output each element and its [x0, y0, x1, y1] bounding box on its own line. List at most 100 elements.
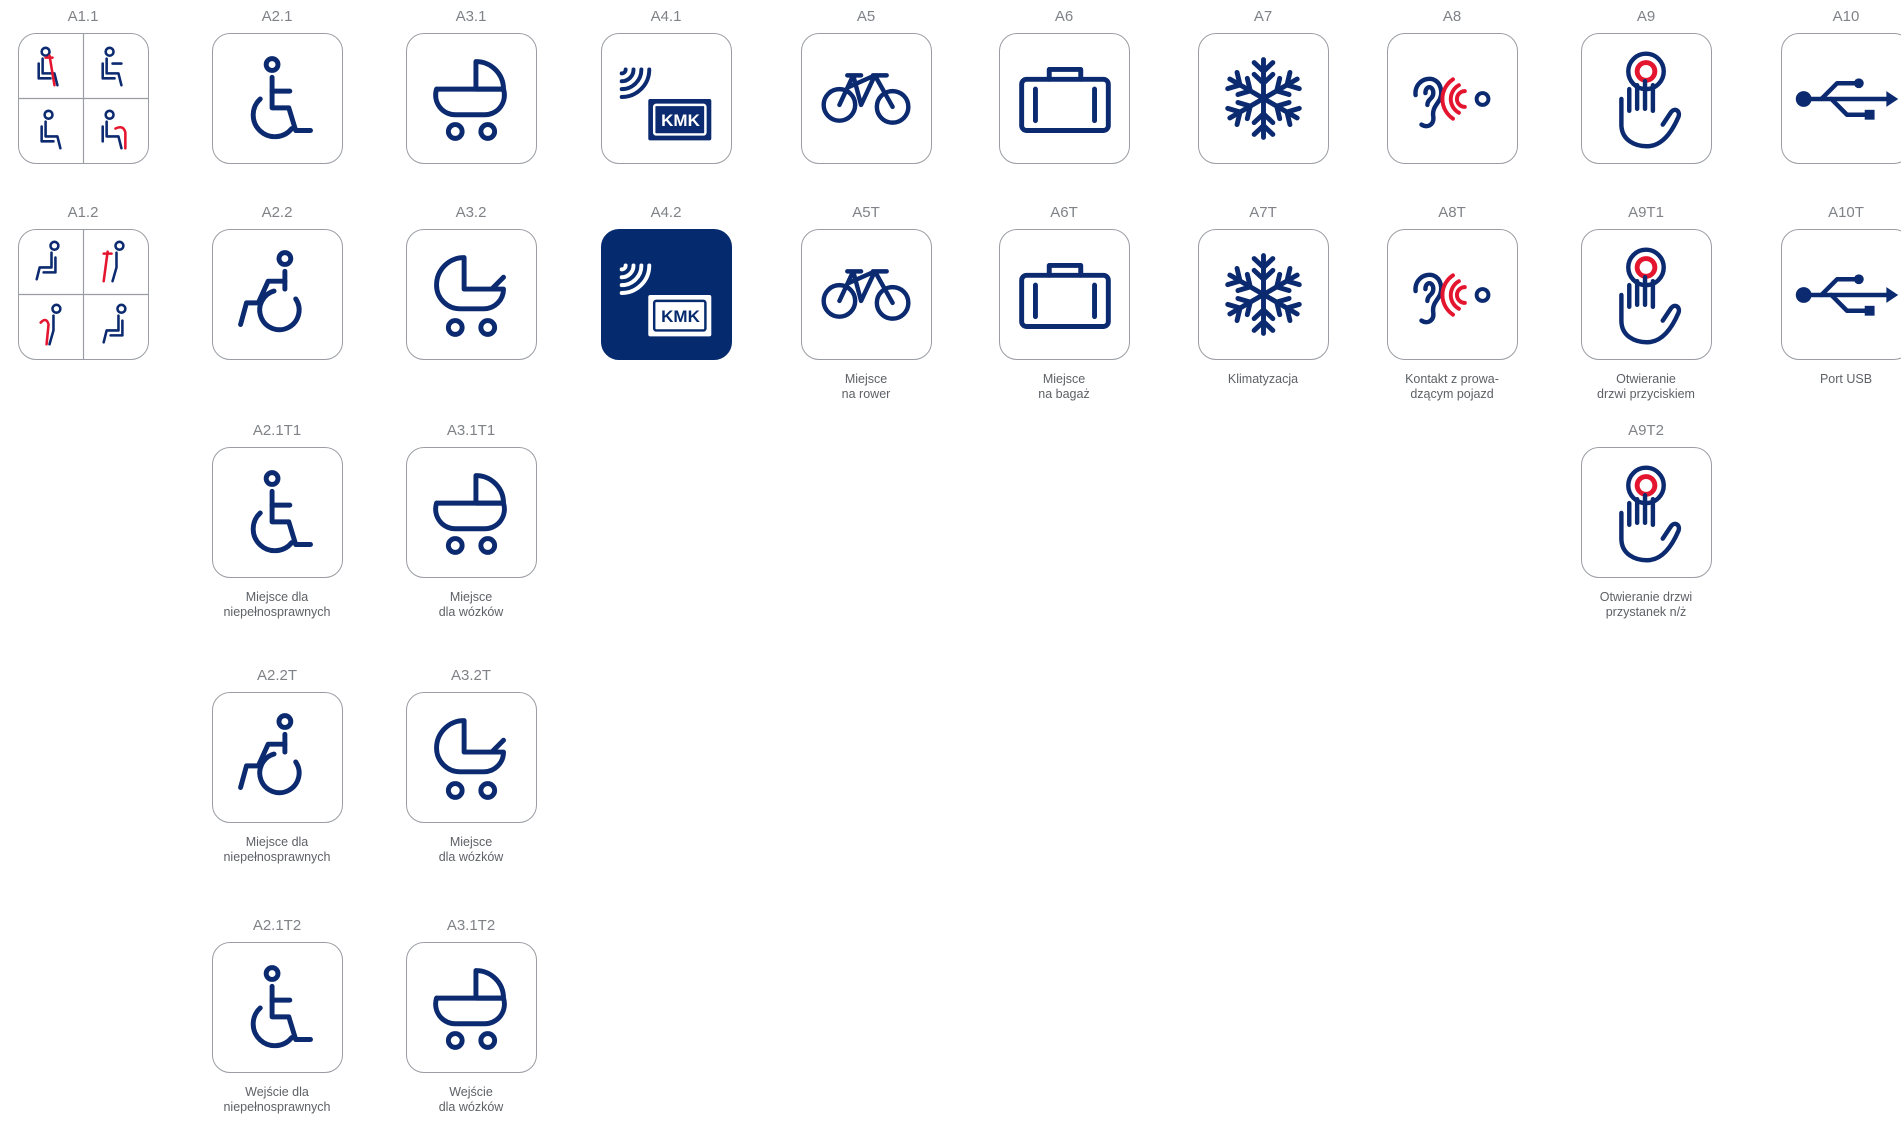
- icon-tile: [1780, 33, 1901, 164]
- icon-tile: [405, 692, 537, 823]
- wheelchair-icon: [250, 965, 313, 1049]
- icon-card-a6t: A6T Miejsce na bagaż: [974, 205, 1154, 402]
- icon-code: A2.2: [261, 204, 293, 221]
- icon-card-a3-1t1: A3.1T1 Miejsce dla wózków: [381, 423, 561, 620]
- icon-tile: [211, 692, 343, 823]
- icon-card-a5: A5: [776, 9, 956, 164]
- icon-tile: [800, 229, 932, 360]
- icon-card-a9t2: A9T2 Otwieranie drzwi przystanek n/ż: [1556, 423, 1736, 620]
- icon-code: A3.2: [455, 204, 487, 221]
- icon-caption: Wejście dla wózków: [438, 1085, 504, 1114]
- icon-card-a3-1t2: A3.1T2 Wejście dla wózków: [381, 918, 561, 1115]
- icon-card-a7: A7: [1173, 9, 1353, 164]
- icon-card-a8: A8: [1362, 9, 1542, 164]
- icon-card-a4-2: A4.2 KMK: [576, 205, 756, 360]
- stroller-icon: [433, 255, 506, 337]
- icon-caption: Miejsce dla niepełnosprawnych: [223, 590, 331, 619]
- seats-quad-icon: [18, 34, 148, 163]
- icon-code: A8T: [1438, 204, 1466, 221]
- usb-icon: [1795, 78, 1898, 120]
- icon-code: A2.1: [261, 8, 293, 25]
- icon-card-a10t: A10T Port USB: [1756, 205, 1901, 387]
- hand-button-icon: [1618, 247, 1681, 345]
- icon-code: A6T: [1050, 204, 1078, 221]
- icon-code: A9T2: [1628, 422, 1664, 439]
- icon-card-a8t: A8T Kontakt z prowa- dzącym pojazd: [1362, 205, 1542, 402]
- stroller-icon: [433, 718, 506, 800]
- icon-code: A7: [1253, 8, 1273, 25]
- card-text: KMK: [661, 111, 700, 130]
- icon-tile: KMK: [600, 229, 732, 360]
- icon-tile: [211, 229, 343, 360]
- icon-tile: [211, 942, 343, 1073]
- icon-code: A5: [856, 8, 876, 25]
- icon-code: A4.1: [650, 8, 682, 25]
- icon-card-a2-1t1: A2.1T1 Miejsce dla niepełnosprawnych: [187, 423, 367, 620]
- icon-caption: Otwieranie drzwi przyciskiem: [1597, 372, 1695, 401]
- icon-code: A2.1T2: [252, 917, 302, 934]
- icon-code: A4.2: [650, 204, 682, 221]
- hand-button-icon: [1618, 465, 1681, 563]
- icon-tile: [1780, 229, 1901, 360]
- card-text: KMK: [661, 307, 700, 326]
- icon-card-a3-2t: A3.2T Miejsce dla wózków: [381, 668, 561, 865]
- icon-card-a4-1: A4.1 KMK: [576, 9, 756, 164]
- icon-tile: [211, 447, 343, 578]
- icon-tile: [1386, 229, 1518, 360]
- bicycle-icon: [820, 73, 911, 125]
- icon-caption: Miejsce na bagaż: [1038, 372, 1090, 401]
- pram-icon: [432, 968, 507, 1050]
- icon-tile: [17, 229, 149, 360]
- wheelchair-active-icon: [237, 713, 302, 796]
- pram-icon: [432, 473, 507, 555]
- snowflake-icon: [1199, 57, 1328, 163]
- icon-caption: Otwieranie drzwi przystanek n/ż: [1599, 590, 1693, 619]
- usb-icon: [1795, 274, 1898, 316]
- icon-card-a3-2: A3.2: [381, 205, 561, 360]
- icon-code: A1.2: [67, 204, 99, 221]
- icon-card-a2-1: A2.1: [187, 9, 367, 164]
- icon-code: A8: [1442, 8, 1462, 25]
- icon-code: A2.2T: [256, 667, 298, 684]
- icon-card-a6: A6: [974, 9, 1154, 164]
- ear-signal-icon: [1412, 272, 1490, 325]
- suitcase-icon: [1018, 262, 1111, 329]
- icon-tile: [1580, 447, 1712, 578]
- icon-tile: [405, 942, 537, 1073]
- icon-caption: Port USB: [1819, 372, 1873, 386]
- icon-tile: KMK: [600, 33, 732, 164]
- icon-code: A10T: [1828, 204, 1864, 221]
- icon-code: A5T: [852, 204, 880, 221]
- kmk-card-reader-icon: [619, 67, 711, 141]
- icon-card-a2-2: A2.2: [187, 205, 367, 360]
- icon-code: A2.1T1: [252, 422, 302, 439]
- icon-caption: Miejsce dla wózków: [438, 590, 504, 619]
- wheelchair-icon: [250, 56, 313, 140]
- icon-tile: [998, 33, 1130, 164]
- icon-tile: [1580, 33, 1712, 164]
- icon-code: A7T: [1249, 204, 1277, 221]
- icon-tile: [1197, 33, 1329, 164]
- icon-card-a5t: A5T Miejsce na rower: [776, 205, 956, 402]
- pram-icon: [432, 59, 507, 141]
- icon-card-a2-1t2: A2.1T2 Wejście dla niepełnosprawnych: [187, 918, 367, 1115]
- icon-tile: [405, 33, 537, 164]
- icon-code: A1.1: [67, 8, 99, 25]
- icon-code: A3.1T2: [446, 917, 496, 934]
- icon-card-a9t1: A9T1 Otwieranie drzwi przyciskiem: [1556, 205, 1736, 402]
- icon-code: A3.2T: [450, 667, 492, 684]
- icon-card-a2-2t: A2.2T Miejsce dla niepełnosprawnych: [187, 668, 367, 865]
- icon-code: A3.1: [455, 8, 487, 25]
- icon-caption: Miejsce dla wózków: [438, 835, 504, 864]
- snowflake-icon: [1199, 253, 1328, 359]
- seats-quad-icon: [18, 230, 148, 359]
- hand-button-icon: [1618, 51, 1681, 149]
- icon-card-a9: A9: [1556, 9, 1736, 164]
- icon-code: A9T1: [1628, 204, 1664, 221]
- ear-signal-icon: [1412, 76, 1490, 129]
- icon-tile: [211, 33, 343, 164]
- bicycle-icon: [820, 269, 911, 321]
- icon-card-a10: A10: [1756, 9, 1901, 164]
- icon-card-a3-1: A3.1: [381, 9, 561, 164]
- icon-code: A9: [1636, 8, 1656, 25]
